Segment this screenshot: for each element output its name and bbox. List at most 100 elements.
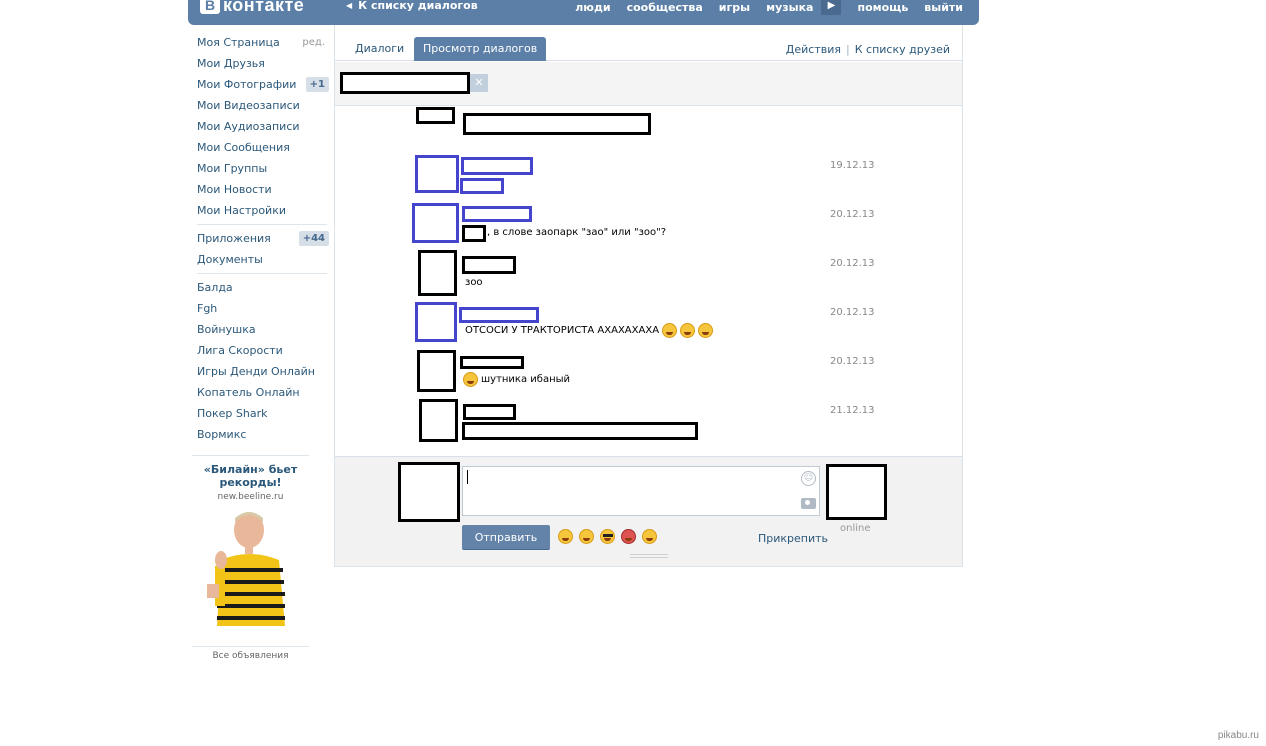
peer-bar: ✕ <box>335 62 962 106</box>
top-nav: люди сообщества игры музыка ▶ помощь вый… <box>559 0 963 15</box>
avatar[interactable] <box>417 350 456 392</box>
sender-name[interactable] <box>462 206 532 222</box>
ad-title[interactable]: «Билайн» бьет рекорды! <box>192 463 309 489</box>
send-button[interactable]: Отправить <box>462 525 550 550</box>
dialog-panel: Диалоги Просмотр диалогов Действия | К с… <box>334 25 963 567</box>
sidebar-game[interactable]: Копатель Онлайн <box>190 382 335 403</box>
sidebar-item-label: Мои Новости <box>197 183 272 196</box>
sidebar-game[interactable]: Fgh <box>190 298 335 319</box>
sidebar-game[interactable]: Лига Скорости <box>190 340 335 361</box>
redacted-block <box>416 107 455 124</box>
online-status: online <box>840 523 871 534</box>
my-avatar <box>398 462 460 522</box>
game-label: Войнушка <box>197 323 256 336</box>
top-header: В контакте ◀ К списку диалогов люди сооб… <box>188 0 979 25</box>
camera-icon[interactable] <box>801 498 816 509</box>
back-to-dialogs-link[interactable]: ◀ К списку диалогов <box>346 0 478 12</box>
game-label: Вормикс <box>197 428 247 441</box>
sidebar-item-label: Мои Фотографии <box>197 78 297 91</box>
sidebar-item-audio[interactable]: Мои Аудиозаписи <box>190 116 335 137</box>
sidebar-item-my-page[interactable]: Моя Страница ред. <box>190 32 335 53</box>
nav-people[interactable]: люди <box>575 1 610 14</box>
quick-emoji-row <box>558 529 663 544</box>
message-history[interactable]: 19.12.13 , в слове заопарк "зао" или "зо… <box>335 107 962 455</box>
close-icon[interactable]: ✕ <box>470 74 488 92</box>
message-text: шутника ибаный <box>463 372 570 387</box>
message-date: 21.12.13 <box>830 405 875 416</box>
laughing-emoji-icon[interactable] <box>558 529 573 544</box>
nav-communities[interactable]: сообщества <box>627 1 703 14</box>
message-date: 20.12.13 <box>830 307 875 318</box>
nav-help[interactable]: помощь <box>857 1 908 14</box>
edit-link[interactable]: ред. <box>302 37 325 48</box>
sender-name[interactable] <box>463 404 516 420</box>
sunglasses-emoji-icon[interactable] <box>600 529 615 544</box>
resize-grip[interactable] <box>630 554 668 558</box>
photos-badge: +1 <box>305 77 329 92</box>
all-ads-link[interactable]: Все объявления <box>192 646 309 661</box>
actions-link[interactable]: Действия <box>786 43 841 56</box>
play-icon[interactable]: ▶ <box>821 0 842 15</box>
sidebar-item-friends[interactable]: Мои Друзья <box>190 53 335 74</box>
peer-avatar[interactable] <box>826 464 887 520</box>
laughing-emoji-icon <box>662 323 678 338</box>
game-label: Лига Скорости <box>197 344 283 357</box>
sidebar-item-label: Моя Страница <box>197 36 280 49</box>
sidebar-item-documents[interactable]: Документы <box>190 249 335 270</box>
avatar[interactable] <box>419 399 458 442</box>
nav-music[interactable]: музыка <box>766 1 813 14</box>
tab-bar: Диалоги Просмотр диалогов Действия | К с… <box>335 37 962 61</box>
tab-dialogs[interactable]: Диалоги <box>346 37 413 61</box>
sidebar-item-news[interactable]: Мои Новости <box>190 179 335 200</box>
avatar[interactable] <box>415 302 457 342</box>
logo-letter: В <box>200 0 220 14</box>
avatar[interactable] <box>418 250 457 296</box>
sidebar-item-label: Приложения <box>197 232 271 245</box>
ad-url: new.beeline.ru <box>217 492 284 502</box>
watermark: pikabu.ru <box>1217 730 1259 741</box>
sidebar-game[interactable]: Вормикс <box>190 424 335 445</box>
message-text-content: ОТСОСИ У ТРАКТОРИСТА АХАХАХАХА <box>465 325 660 336</box>
game-label: Копатель Онлайн <box>197 386 300 399</box>
friends-list-link[interactable]: К списку друзей <box>855 43 950 56</box>
grin-emoji-icon[interactable] <box>579 529 594 544</box>
redacted-block <box>462 422 698 440</box>
nav-games[interactable]: игры <box>719 1 750 14</box>
tab-view-dialogs[interactable]: Просмотр диалогов <box>414 37 547 61</box>
attach-link[interactable]: Прикрепить <box>758 532 828 545</box>
sidebar-item-apps[interactable]: Приложения +44 <box>190 228 335 249</box>
text-caret <box>467 470 468 484</box>
avatar[interactable] <box>415 155 459 193</box>
sidebar-item-groups[interactable]: Мои Группы <box>190 158 335 179</box>
sender-name[interactable] <box>462 256 516 274</box>
sender-name[interactable] <box>460 356 524 369</box>
sidebar-item-messages[interactable]: Мои Сообщения <box>190 137 335 158</box>
sidebar-item-settings[interactable]: Мои Настройки <box>190 200 335 221</box>
sidebar-item-photos[interactable]: Мои Фотографии +1 <box>190 74 335 95</box>
sidebar-item-label: Мои Друзья <box>197 57 265 70</box>
sidebar-item-videos[interactable]: Мои Видеозаписи <box>190 95 335 116</box>
sidebar-game[interactable]: Войнушка <box>190 319 335 340</box>
ad-image[interactable] <box>198 508 303 626</box>
sidebar-game[interactable]: Балда <box>190 277 335 298</box>
smile-emoji-icon[interactable] <box>642 529 657 544</box>
nav-logout[interactable]: выйти <box>924 1 963 14</box>
back-arrow-icon: ◀ <box>346 1 353 10</box>
devil-emoji-icon[interactable] <box>621 529 636 544</box>
ad-block[interactable]: «Билайн» бьет рекорды! new.beeline.ru <box>192 455 309 629</box>
message-text: ОТСОСИ У ТРАКТОРИСТА АХАХАХАХА <box>465 323 714 338</box>
sidebar-game[interactable]: Игры Денди Онлайн <box>190 361 335 382</box>
vk-logo[interactable]: В контакте <box>200 0 304 16</box>
sidebar-item-label: Мои Сообщения <box>197 141 290 154</box>
game-label: Игры Денди Онлайн <box>197 365 315 378</box>
message-date: 20.12.13 <box>830 356 875 367</box>
sidebar-item-label: Документы <box>197 253 263 266</box>
message-date: 20.12.13 <box>830 209 875 220</box>
back-label: К списку диалогов <box>358 0 478 12</box>
sender-name[interactable] <box>461 157 533 175</box>
message-input[interactable]: ☺ <box>462 466 820 516</box>
avatar[interactable] <box>412 203 459 243</box>
smile-icon[interactable]: ☺ <box>801 471 816 486</box>
sidebar-game[interactable]: Покер Shark <box>190 403 335 424</box>
sender-name[interactable] <box>459 307 539 323</box>
